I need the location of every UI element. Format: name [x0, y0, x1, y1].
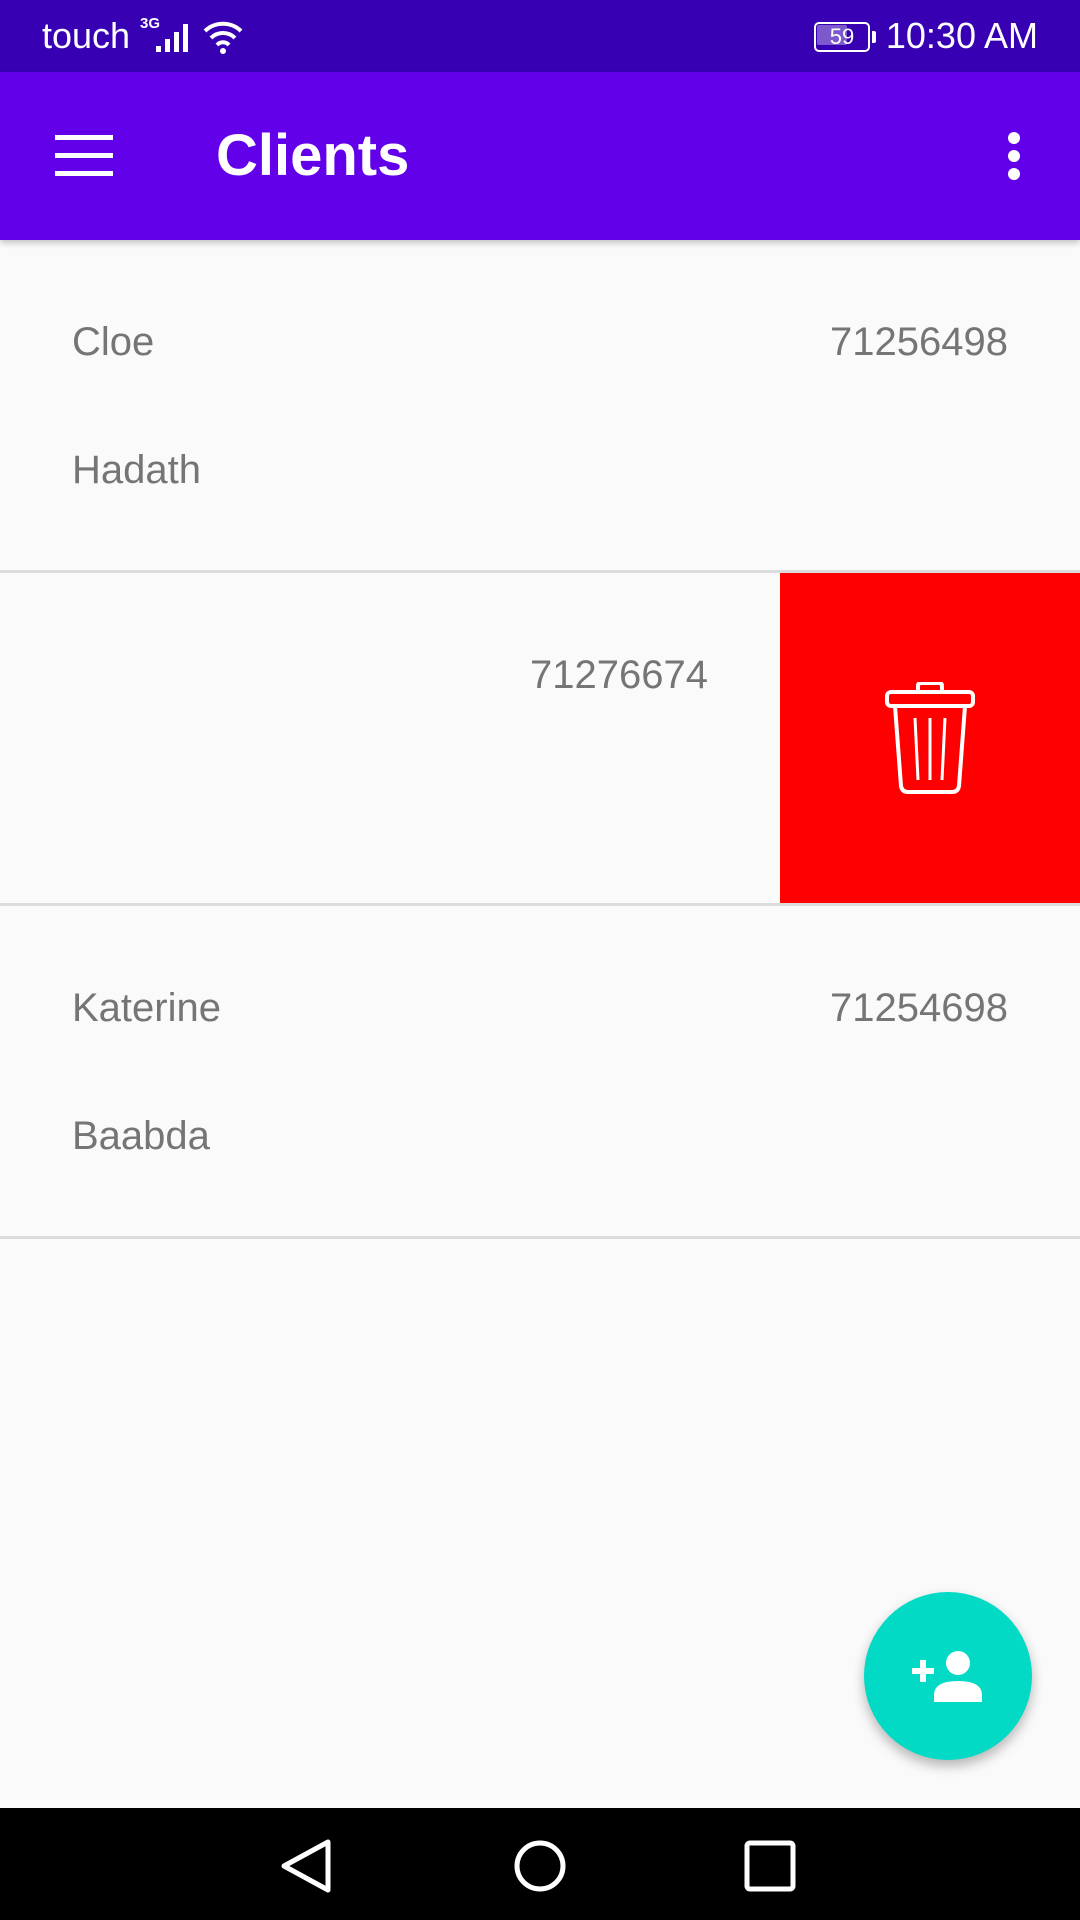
client-name: Cloe [72, 320, 155, 364]
battery-icon: 59 [814, 22, 876, 52]
hamburger-menu-icon [55, 135, 113, 176]
client-phone: 71256498 [830, 320, 1008, 364]
client-phone: 71276674 [530, 653, 708, 697]
client-row[interactable]: Katerine 71254698 Baabda [0, 906, 1080, 1239]
page-title: Clients [216, 123, 410, 188]
menu-button[interactable] [30, 114, 138, 198]
trash-icon [885, 682, 975, 794]
clock: 10:30 AM [885, 15, 1038, 56]
back-icon[interactable] [278, 1838, 338, 1894]
more-vertical-icon [1008, 132, 1020, 180]
client-city: Hadath [72, 448, 201, 492]
system-navigation-bar [0, 1808, 1080, 1920]
client-phone: 71254698 [830, 986, 1008, 1030]
home-icon[interactable] [510, 1838, 570, 1894]
client-row-content: Cloe 71256498 Hadath [0, 240, 1080, 570]
client-row-swiped[interactable]: 71276674 [0, 573, 1080, 906]
battery-level: 59 [829, 24, 855, 49]
client-row-content: 71276674 [0, 573, 780, 903]
delete-client-button[interactable] [780, 573, 1080, 903]
client-row[interactable]: Cloe 71256498 Hadath [0, 240, 1080, 573]
signal-icon [156, 24, 188, 52]
overflow-menu-button[interactable] [972, 114, 1056, 198]
recents-icon[interactable] [742, 1838, 798, 1894]
status-bar: touch 3G 59 10:30 AM [0, 0, 1080, 72]
carrier-label: touch [42, 15, 131, 56]
add-client-fab[interactable] [864, 1592, 1032, 1760]
client-list: Cloe 71256498 Hadath 71276674 Katerine 7… [0, 240, 1080, 1239]
client-name: Katerine [72, 986, 221, 1030]
client-row-content: Katerine 71254698 Baabda [0, 906, 1080, 1236]
wifi-icon [203, 21, 243, 54]
add-person-icon [912, 1651, 982, 1702]
app-bar: Clients [0, 72, 1080, 240]
client-city: Baabda [72, 1114, 210, 1158]
